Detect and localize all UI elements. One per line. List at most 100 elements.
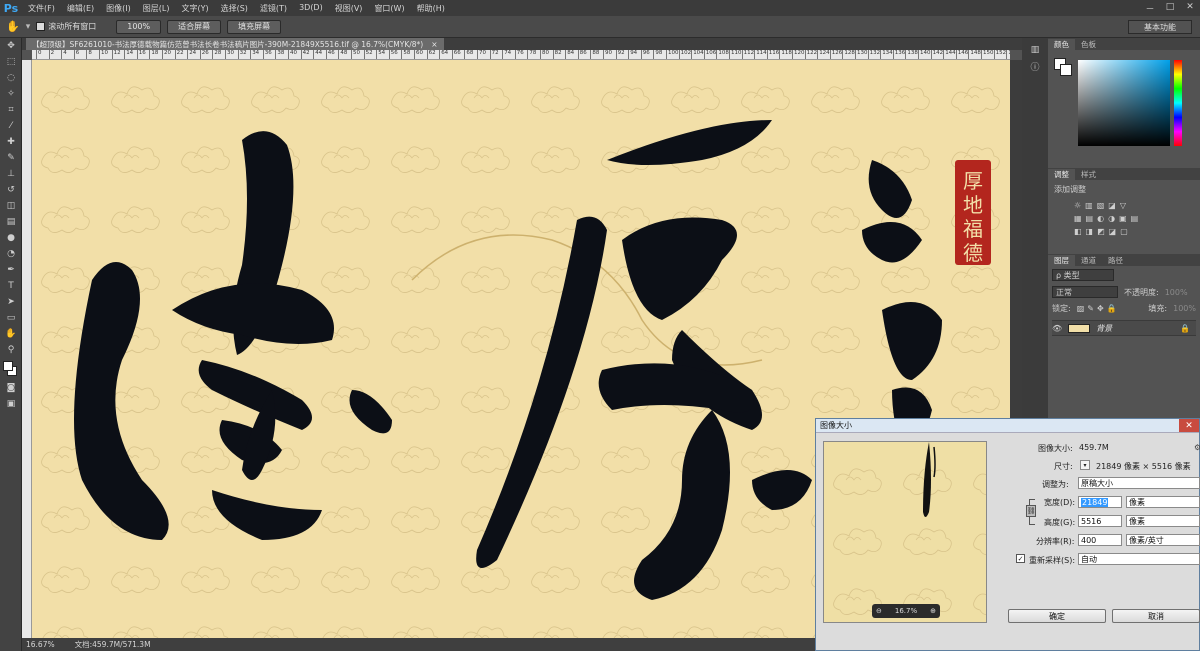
image-preview[interactable]: ⊖ 16.7% ⊕ bbox=[823, 441, 987, 623]
menu-item-4[interactable]: 文字(Y) bbox=[175, 3, 214, 14]
tool-preset-dropdown-icon[interactable]: ▾ bbox=[26, 22, 31, 32]
width-input[interactable]: 21849 bbox=[1078, 496, 1122, 508]
document-tab-close-icon[interactable]: × bbox=[431, 40, 437, 49]
blur-tool-icon[interactable]: ● bbox=[0, 230, 22, 246]
tab-layers[interactable]: 图层 bbox=[1048, 254, 1075, 266]
brush-tool-icon[interactable]: ✎ bbox=[0, 150, 22, 166]
move-tool-icon[interactable]: ✥ bbox=[0, 38, 22, 54]
close-window-button[interactable]: ✕ bbox=[1180, 2, 1200, 15]
zoom-tool-icon[interactable]: ⚲ bbox=[0, 342, 22, 358]
dodge-tool-icon[interactable]: ◔ bbox=[0, 246, 22, 262]
zoom-level[interactable]: 16.67% bbox=[26, 640, 55, 649]
seal-char-1: 厚 bbox=[963, 169, 983, 193]
fill-value[interactable]: 100% bbox=[1173, 304, 1196, 313]
eraser-tool-icon[interactable]: ◫ bbox=[0, 198, 22, 214]
opacity-value[interactable]: 100% bbox=[1165, 288, 1188, 297]
ruler-tick-label: 0 bbox=[36, 50, 42, 59]
ruler-tick-label: 14 bbox=[124, 50, 133, 59]
resample-checkbox[interactable]: ✓ bbox=[1016, 554, 1025, 563]
menu-item-7[interactable]: 3D(D) bbox=[293, 3, 329, 14]
tab-swatches[interactable]: 色板 bbox=[1075, 39, 1102, 50]
minimize-button[interactable]: － bbox=[1140, 2, 1160, 15]
height-unit-select[interactable]: 像素 bbox=[1126, 515, 1200, 527]
ruler-tick-label: 120 bbox=[792, 50, 805, 59]
healing-brush-tool-icon[interactable]: ✚ bbox=[0, 134, 22, 150]
background-color-swatch[interactable] bbox=[1060, 64, 1072, 76]
menu-item-9[interactable]: 窗口(W) bbox=[368, 3, 410, 14]
blend-mode-select[interactable]: 正常 bbox=[1052, 286, 1118, 298]
resolution-input[interactable]: 400 bbox=[1078, 534, 1122, 546]
actual-pixels-button[interactable]: 100% bbox=[116, 19, 162, 34]
magic-wand-tool-icon[interactable]: ✧ bbox=[0, 86, 22, 102]
horizontal-ruler: 0 2 4 6 8 10 12 14 16 18 20 22 24 26 28 30 32 34 36 38 40 42 4… bbox=[32, 50, 1010, 60]
image-size-label: 图像大小: bbox=[1038, 444, 1073, 453]
gradient-tool-icon[interactable]: ▤ bbox=[0, 214, 22, 230]
adjustment-icons-row-1[interactable]: ☼▥▧◪▽ bbox=[1054, 201, 1194, 210]
properties-panel-icon[interactable]: ⓘ bbox=[1022, 58, 1048, 74]
workspace-switcher[interactable]: 基本功能 bbox=[1128, 20, 1192, 34]
crop-tool-icon[interactable]: ⌗ bbox=[0, 102, 22, 118]
menu-item-8[interactable]: 视图(V) bbox=[329, 3, 369, 14]
history-panel-icon[interactable]: ▥ bbox=[1022, 42, 1048, 58]
tab-channels[interactable]: 通道 bbox=[1075, 255, 1102, 266]
menu-item-3[interactable]: 图层(L) bbox=[137, 3, 176, 14]
resolution-unit-select[interactable]: 像素/英寸 bbox=[1126, 534, 1200, 546]
adjustment-icons-row-2[interactable]: ▦▤◐◑▣▤ bbox=[1054, 214, 1194, 223]
ruler-tick-label: 126 bbox=[829, 50, 842, 59]
hue-slider[interactable] bbox=[1174, 60, 1182, 146]
ok-button[interactable]: 确定 bbox=[1008, 609, 1106, 623]
tab-paths[interactable]: 路径 bbox=[1102, 255, 1129, 266]
layer-row[interactable]: 👁 背景 🔒 bbox=[1052, 320, 1196, 336]
scroll-all-windows-checkbox[interactable] bbox=[36, 22, 46, 31]
fit-screen-button[interactable]: 适合屏幕 bbox=[167, 19, 222, 34]
zoom-in-icon[interactable]: ⊕ bbox=[930, 607, 936, 615]
dimensions-unit-dropdown[interactable]: ▾ bbox=[1080, 460, 1090, 470]
layer-kind-filter[interactable]: ρ 类型 bbox=[1052, 269, 1114, 281]
cancel-button[interactable]: 取消 bbox=[1112, 609, 1200, 623]
color-spectrum[interactable] bbox=[1078, 60, 1170, 146]
eyedropper-tool-icon[interactable]: ⁄ bbox=[0, 118, 22, 134]
zoom-out-icon[interactable]: ⊖ bbox=[876, 607, 882, 615]
adjustment-icons-row-3[interactable]: ◧◨◩◪▢ bbox=[1054, 227, 1194, 236]
resample-select[interactable]: 自动 bbox=[1078, 553, 1200, 565]
tab-adjustments[interactable]: 调整 bbox=[1048, 168, 1075, 180]
type-tool-icon[interactable]: T bbox=[0, 278, 22, 294]
stamp-tool-icon[interactable]: ⊥ bbox=[0, 166, 22, 182]
image-size-dialog: 图像大小 ✕ ⊖ 16.7% ⊕ 图像大小: 459.7M ⚙ 尺寸: ▾ 21… bbox=[815, 418, 1200, 651]
lock-icons[interactable]: ▨✎✥🔒 bbox=[1077, 304, 1120, 313]
lasso-tool-icon[interactable]: ◌ bbox=[0, 70, 22, 86]
document-tab[interactable]: 【超顶级】SF6261010-书法厚德载物篇仿范曾书法长卷书法稿片图片-390M… bbox=[26, 38, 444, 50]
visibility-eye-icon[interactable]: 👁 bbox=[1052, 324, 1062, 333]
menu-item-0[interactable]: 文件(F) bbox=[22, 3, 61, 14]
width-input-value: 21849 bbox=[1081, 497, 1109, 507]
screen-mode-icon[interactable]: ▣ bbox=[0, 396, 22, 412]
tab-styles[interactable]: 样式 bbox=[1075, 169, 1102, 180]
ruler-tick-label: 146 bbox=[955, 50, 968, 59]
height-input[interactable]: 5516 bbox=[1078, 515, 1122, 527]
tab-color[interactable]: 颜色 bbox=[1048, 38, 1075, 50]
marquee-tool-icon[interactable]: ⬚ bbox=[0, 54, 22, 70]
menu-item-6[interactable]: 滤镜(T) bbox=[254, 3, 293, 14]
maximize-button[interactable]: □ bbox=[1160, 2, 1180, 15]
fill-screen-button[interactable]: 填充屏幕 bbox=[227, 19, 282, 34]
hand-tool-icon[interactable]: ✋ bbox=[0, 326, 22, 342]
ruler-tick-label: 62 bbox=[426, 50, 436, 59]
dialog-close-button[interactable]: ✕ bbox=[1179, 419, 1199, 432]
shape-tool-icon[interactable]: ▭ bbox=[0, 310, 22, 326]
constrain-proportions-link-icon[interactable]: ⛓ bbox=[1026, 505, 1036, 517]
ruler-tick-label: 30 bbox=[225, 50, 234, 59]
menu-item-10[interactable]: 帮助(H) bbox=[411, 3, 451, 14]
menu-item-5[interactable]: 选择(S) bbox=[215, 3, 254, 14]
menu-item-2[interactable]: 图像(I) bbox=[100, 3, 137, 14]
quick-mask-icon[interactable]: ◙ bbox=[0, 380, 22, 396]
history-brush-tool-icon[interactable]: ↺ bbox=[0, 182, 22, 198]
settings-gear-icon[interactable]: ⚙ bbox=[1194, 443, 1200, 452]
menu-item-1[interactable]: 编辑(E) bbox=[61, 3, 100, 14]
layer-name[interactable]: 背景 bbox=[1096, 323, 1112, 334]
fit-to-select[interactable]: 原稿大小 bbox=[1078, 477, 1200, 489]
ruler-tick-label: 150 bbox=[981, 50, 994, 59]
pen-tool-icon[interactable]: ✒ bbox=[0, 262, 22, 278]
color-swatches-icon[interactable] bbox=[0, 358, 22, 380]
path-selection-tool-icon[interactable]: ➤ bbox=[0, 294, 22, 310]
width-unit-select[interactable]: 像素 bbox=[1126, 496, 1200, 508]
